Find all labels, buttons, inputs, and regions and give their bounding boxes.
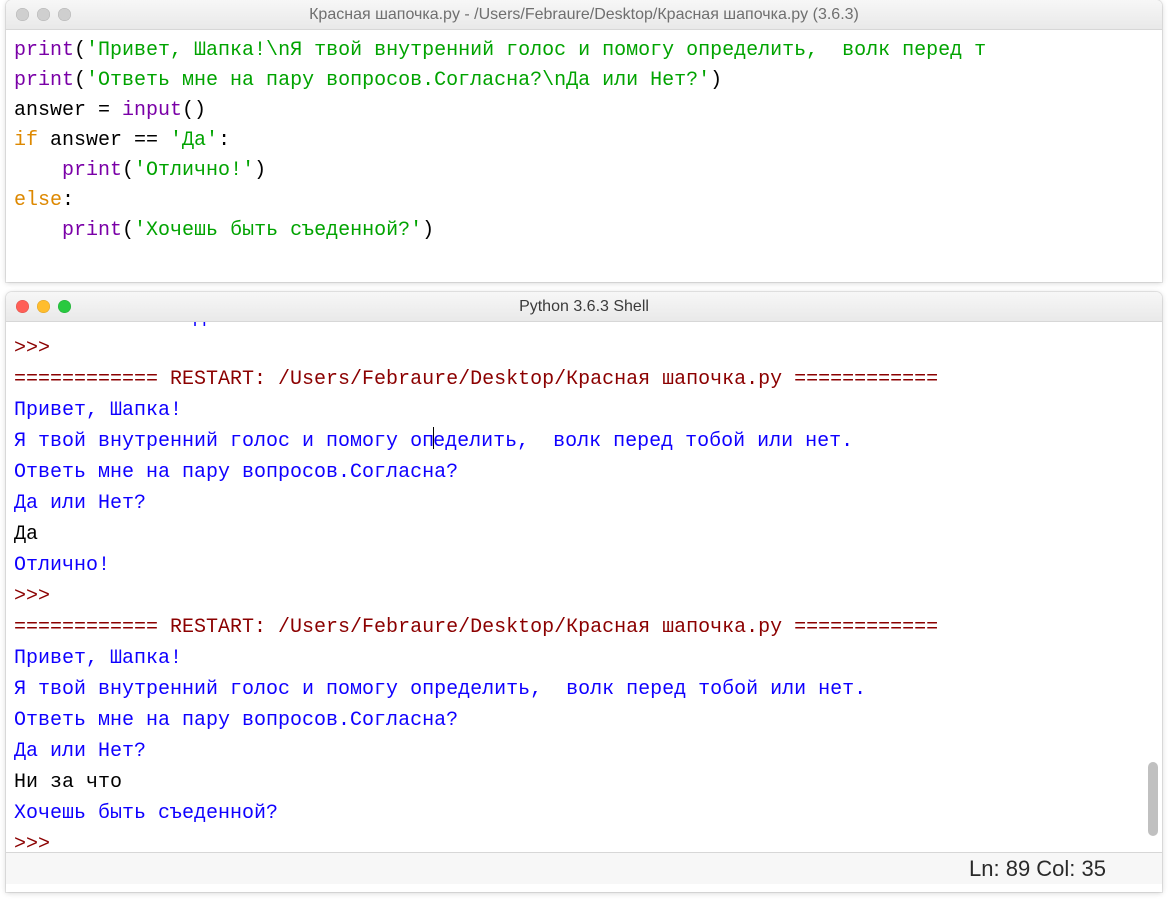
code-token: )	[254, 159, 266, 182]
shell-line: ============ RESTART: /Users/Febraure/De…	[14, 368, 938, 391]
shell-prompt: >>>	[14, 833, 62, 852]
code-token: ()	[182, 99, 206, 122]
shell-line: Я твой внутренний голос и помогу оп	[14, 430, 434, 453]
editor-title: Красная шапочка.py - /Users/Febraure/Des…	[6, 6, 1162, 24]
shell-input: Да	[14, 523, 38, 546]
code-token: print	[62, 219, 122, 242]
code-token: :	[62, 189, 74, 212]
shell-prompt: >>>	[14, 337, 62, 360]
shell-line: ============ RESTART: /Users/Febraure/De…	[14, 616, 938, 639]
shell-line: Хочешь быть съеденной?	[14, 322, 278, 329]
traffic-lights	[16, 300, 71, 313]
code-token	[14, 219, 62, 242]
code-token: (	[74, 69, 86, 92]
shell-window: Python 3.6.3 Shell Хочешь быть съеденной…	[6, 292, 1162, 892]
traffic-lights	[16, 8, 71, 21]
code-token: input	[122, 99, 182, 122]
shell-line: Привет, Шапка!	[14, 399, 182, 422]
scrollbar-thumb[interactable]	[1148, 762, 1158, 836]
shell-body[interactable]: Хочешь быть съеденной? >>> ============ R…	[6, 322, 1162, 852]
shell-line: Хочешь быть съеденной?	[14, 802, 278, 825]
shell-line: Привет, Шапка!	[14, 647, 182, 670]
code-token: 'Хочешь быть съеденной?'	[134, 219, 422, 242]
editor-titlebar[interactable]: Красная шапочка.py - /Users/Febraure/Des…	[6, 0, 1162, 30]
minimize-icon[interactable]	[37, 8, 50, 21]
close-icon[interactable]	[16, 8, 29, 21]
shell-line: Да или Нет?	[14, 492, 146, 515]
zoom-icon[interactable]	[58, 300, 71, 313]
code-token: print	[14, 39, 74, 62]
code-token: 'Ответь мне на пару вопросов.Согласна?\n…	[86, 69, 710, 92]
code-token: answer ==	[38, 129, 170, 152]
cursor-position: Ln: 89 Col: 35	[969, 856, 1106, 882]
code-token	[14, 159, 62, 182]
editor-body[interactable]: print('Привет, Шапка!\nЯ твой внутренний…	[6, 30, 1162, 246]
shell-title: Python 3.6.3 Shell	[6, 298, 1162, 316]
code-token: else	[14, 189, 62, 212]
code-token: answer	[14, 99, 98, 122]
scrollbar[interactable]	[1144, 322, 1160, 852]
shell-line: Я твой внутренний голос и помогу определ…	[14, 678, 866, 701]
shell-line: Ответь мне на пару вопросов.Согласна?	[14, 461, 458, 484]
shell-prompt: >>>	[14, 585, 62, 608]
shell-line: Ответь мне на пару вопросов.Согласна?	[14, 709, 458, 732]
code-token: print	[14, 69, 74, 92]
zoom-icon[interactable]	[58, 8, 71, 21]
code-token: (	[122, 159, 134, 182]
code-token: print	[62, 159, 122, 182]
code-token: :	[218, 129, 230, 152]
shell-titlebar[interactable]: Python 3.6.3 Shell	[6, 292, 1162, 322]
code-token: 'Отлично!'	[134, 159, 254, 182]
close-icon[interactable]	[16, 300, 29, 313]
minimize-icon[interactable]	[37, 300, 50, 313]
code-token: 'Привет, Шапка!\nЯ твой внутренний голос…	[86, 39, 986, 62]
code-token: (	[122, 219, 134, 242]
shell-statusbar: Ln: 89 Col: 35	[6, 852, 1162, 884]
code-token: (	[74, 39, 86, 62]
shell-input: Ни за что	[14, 771, 122, 794]
code-token: if	[14, 129, 38, 152]
code-token: )	[710, 69, 722, 92]
code-token: =	[98, 99, 122, 122]
shell-line: еделить, волк перед тобой или нет.	[433, 430, 853, 453]
shell-line: Да или Нет?	[14, 740, 146, 763]
code-token: )	[422, 219, 434, 242]
code-token: 'Да'	[170, 129, 218, 152]
shell-line: Отлично!	[14, 554, 110, 577]
editor-window: Красная шапочка.py - /Users/Febraure/Des…	[6, 0, 1162, 282]
